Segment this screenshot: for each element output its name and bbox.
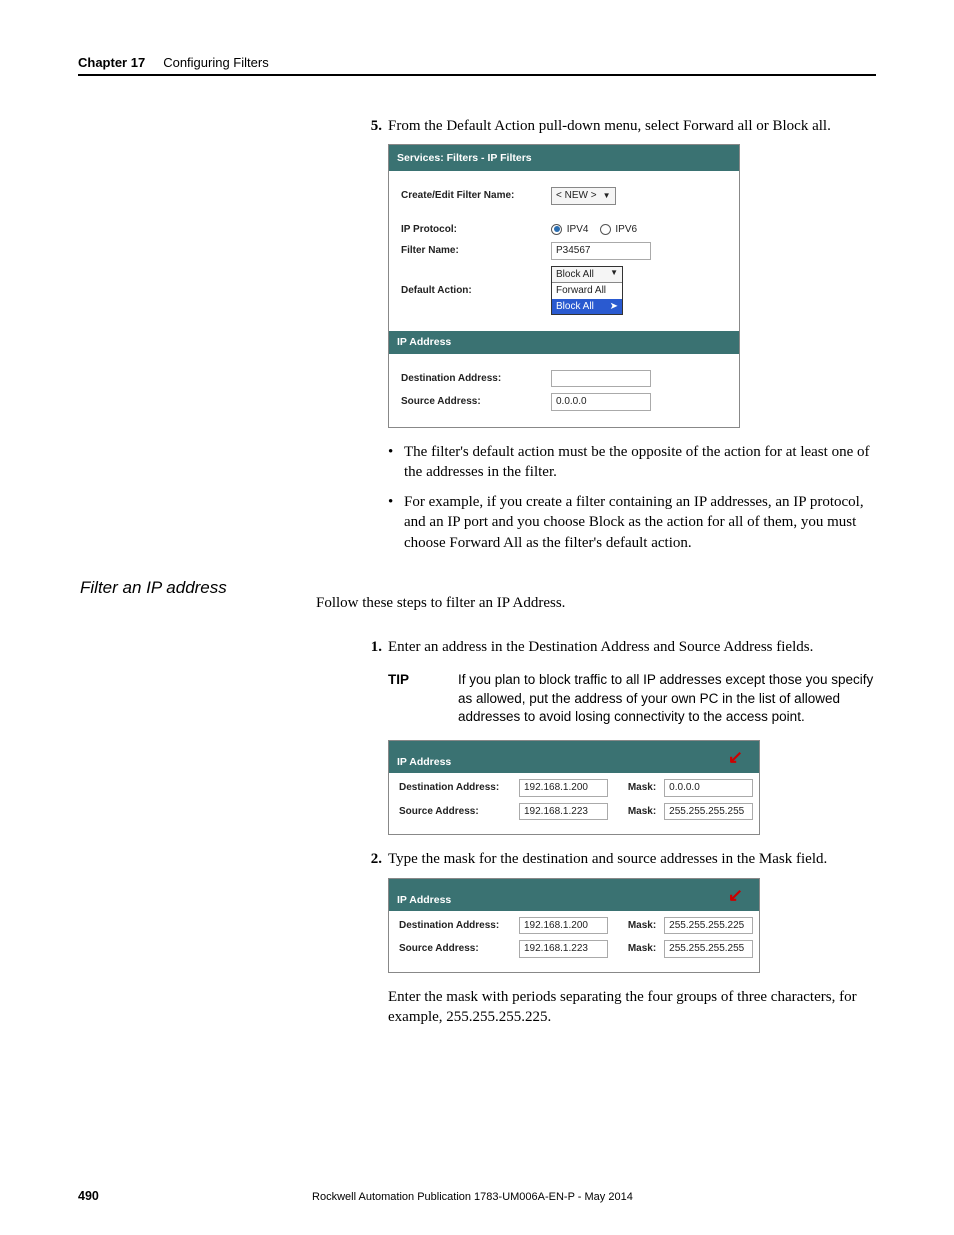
mask-label: Mask: [628, 781, 656, 795]
step-number: 2. [360, 849, 382, 869]
list-item: The filter's default action must be the … [388, 442, 876, 483]
page-footer: 490 Rockwell Automation Publication 1783… [78, 1189, 876, 1203]
header-rule [78, 74, 876, 76]
arrow-icon: ↙ [728, 745, 743, 769]
default-action-select[interactable]: Block All ▼ Forward All Block All ➤ [551, 266, 623, 316]
step-2: 2. Type the mask for the destination and… [360, 849, 876, 869]
default-action-label: Default Action: [401, 284, 551, 298]
filter-name-label: Filter Name: [401, 244, 551, 258]
arrow-icon: ↙ [728, 883, 743, 907]
page-number: 490 [78, 1189, 99, 1203]
ip-filters-panel: Services: Filters - IP Filters Create/Ed… [388, 144, 740, 427]
src-address-input[interactable]: 0.0.0.0 [551, 393, 651, 411]
ipv6-label: IPV6 [615, 224, 637, 235]
dest-address-input[interactable] [551, 370, 651, 388]
dest-address-input[interactable]: 192.168.1.200 [519, 917, 608, 935]
dropdown-option-label: Block All [556, 300, 594, 314]
src-address-label: Source Address: [399, 942, 519, 956]
step-number: 1. [360, 637, 382, 657]
src-address-label: Source Address: [401, 395, 551, 409]
list-item: For example, if you create a filter cont… [388, 492, 876, 553]
src-address-label: Source Address: [399, 805, 519, 819]
section-title: IP Address [397, 755, 451, 769]
select-top-value: Block All [556, 268, 594, 282]
bullet-icon [388, 492, 404, 553]
src-mask-input[interactable]: 255.255.255.255 [664, 803, 753, 821]
mask-label: Mask: [628, 919, 656, 933]
bullet-text: The filter's default action must be the … [404, 442, 876, 483]
step-text: Type the mask for the destination and so… [388, 849, 876, 869]
src-address-input[interactable]: 192.168.1.223 [519, 803, 608, 821]
step-number: 5. [360, 116, 382, 136]
dest-mask-input[interactable]: 0.0.0.0 [664, 779, 753, 797]
bullet-list: The filter's default action must be the … [388, 442, 876, 553]
tip-label: TIP [388, 671, 458, 726]
tip-block: TIP If you plan to block traffic to all … [388, 671, 876, 726]
chevron-down-icon: ▼ [610, 268, 618, 282]
mask-label: Mask: [628, 805, 656, 819]
page-header: Chapter 17 Configuring Filters [78, 55, 876, 70]
radio-ipv4[interactable] [551, 224, 562, 235]
step-5: 5. From the Default Action pull-down men… [360, 116, 876, 136]
step-text: Enter an address in the Destination Addr… [388, 637, 876, 657]
cursor-icon: ➤ [610, 300, 618, 314]
step-1: 1. Enter an address in the Destination A… [360, 637, 876, 657]
chevron-down-icon: ▼ [603, 191, 611, 202]
create-edit-select[interactable]: < NEW > ▼ [551, 187, 616, 205]
select-value: < NEW > [556, 189, 597, 203]
bullet-icon [388, 442, 404, 483]
subheading-filter-ip: Filter an IP address [80, 577, 227, 600]
ip-address-section-bar: IP Address [389, 331, 739, 353]
ip-address-panel-2: IP Address ↙ Destination Address: 192.16… [388, 878, 760, 973]
dest-address-label: Destination Address: [399, 919, 519, 933]
dest-address-label: Destination Address: [401, 372, 551, 386]
dest-mask-input[interactable]: 255.255.255.225 [664, 917, 753, 935]
chapter-label: Chapter 17 [78, 55, 145, 70]
mask-label: Mask: [628, 942, 656, 956]
radio-ipv6[interactable] [600, 224, 611, 235]
dest-address-label: Destination Address: [399, 781, 519, 795]
section-title: IP Address [397, 893, 451, 907]
ipv4-label: IPV4 [567, 224, 589, 235]
panel-title: Services: Filters - IP Filters [389, 145, 739, 171]
src-address-input[interactable]: 192.168.1.223 [519, 940, 608, 958]
tip-text: If you plan to block traffic to all IP a… [458, 671, 876, 726]
src-mask-input[interactable]: 255.255.255.255 [664, 940, 753, 958]
filter-name-input[interactable]: P34567 [551, 242, 651, 260]
dropdown-option-forward[interactable]: Forward All [552, 283, 622, 299]
ip-protocol-label: IP Protocol: [401, 223, 551, 237]
bullet-text: For example, if you create a filter cont… [404, 492, 876, 553]
intro-text: Follow these steps to filter an IP Addre… [316, 593, 876, 613]
dropdown-option-block[interactable]: Block All ➤ [552, 299, 622, 315]
ip-address-panel-1: IP Address ↙ Destination Address: 192.16… [388, 740, 760, 835]
create-edit-label: Create/Edit Filter Name: [401, 189, 551, 203]
publication-line: Rockwell Automation Publication 1783-UM0… [99, 1191, 846, 1203]
step-text: From the Default Action pull-down menu, … [388, 116, 876, 136]
followup-text: Enter the mask with periods separating t… [388, 987, 876, 1028]
chapter-title: Configuring Filters [163, 55, 269, 70]
dest-address-input[interactable]: 192.168.1.200 [519, 779, 608, 797]
